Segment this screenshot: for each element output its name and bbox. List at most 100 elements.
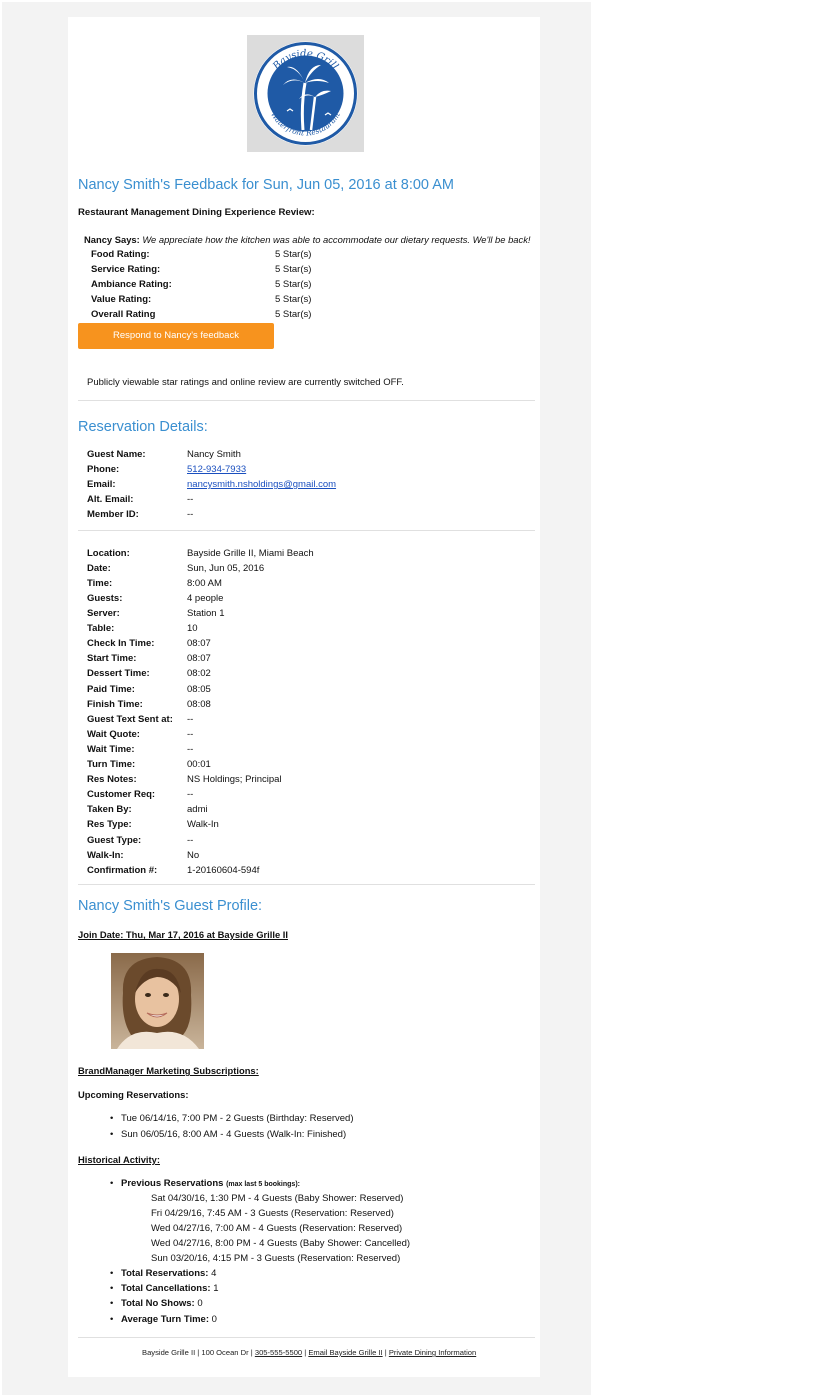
guest-portrait-icon — [111, 953, 204, 1049]
restaurant-logo: Bayside Grill Waterfront Restaurant — [247, 35, 364, 152]
footer: Bayside Grille II | 100 Ocean Dr | 305-5… — [142, 1348, 476, 1357]
detail-value: 1-20160604-594f — [187, 865, 260, 876]
member-id-label: Member ID: — [87, 509, 139, 520]
footer-email-link[interactable]: Email Bayside Grille II — [308, 1348, 382, 1357]
guest-name-label: Guest Name: — [87, 449, 146, 460]
member-id-value: -- — [187, 509, 194, 520]
rating-value: 5 Star(s) — [275, 294, 312, 305]
footer-address: Bayside Grille II | 100 Ocean Dr | — [142, 1348, 255, 1357]
detail-label: Walk-In: — [87, 850, 124, 861]
previous-note: (max last 5 bookings): — [226, 1181, 300, 1188]
detail-value: 08:07 — [187, 638, 211, 649]
guest-photo — [111, 953, 204, 1049]
rating-label: Value Rating: — [91, 294, 152, 305]
footer-private-dining-link[interactable]: Private Dining Information — [389, 1348, 476, 1357]
detail-value: Station 1 — [187, 608, 225, 619]
guest-name-value: Nancy Smith — [187, 449, 241, 460]
detail-label: Guest Type: — [87, 835, 142, 846]
detail-label: Date: — [87, 563, 111, 574]
detail-label: Table: — [87, 623, 115, 634]
detail-value: -- — [187, 789, 194, 800]
total-value: 1 — [213, 1283, 219, 1294]
list-item: Fri 04/29/16, 7:45 AM - 3 Guests (Reserv… — [151, 1208, 394, 1219]
rating-value: 5 Star(s) — [275, 264, 312, 275]
rating-label: Service Rating: — [91, 264, 161, 275]
rating-label: Ambiance Rating: — [91, 279, 172, 290]
footer-phone-link[interactable]: 305-555-5500 — [255, 1348, 302, 1357]
detail-label: Start Time: — [87, 653, 137, 664]
feedback-subtitle: Restaurant Management Dining Experience … — [78, 207, 315, 218]
feedback-title: Nancy Smith's Feedback for Sun, Jun 05, … — [78, 177, 454, 193]
total-item: Total Reservations: 4 — [110, 1268, 217, 1279]
detail-label: Finish Time: — [87, 699, 143, 710]
rating-value: 5 Star(s) — [275, 309, 312, 320]
email-label: Email: — [87, 479, 116, 490]
detail-label: Guests: — [87, 593, 123, 604]
email-link[interactable]: nancysmith.nsholdings@gmail.com — [187, 479, 336, 490]
rating-label: Overall Rating — [91, 309, 156, 320]
upcoming-heading: Upcoming Reservations: — [78, 1089, 189, 1100]
detail-value: Sun, Jun 05, 2016 — [187, 563, 265, 574]
list-item: Wed 04/27/16, 7:00 AM - 4 Guests (Reserv… — [151, 1223, 403, 1234]
detail-label: Paid Time: — [87, 684, 135, 695]
divider — [78, 884, 535, 885]
rating-value: 5 Star(s) — [275, 279, 312, 290]
detail-value: 00:01 — [187, 759, 211, 770]
detail-label: Res Notes: — [87, 774, 137, 785]
total-label: Total No Shows: — [121, 1298, 195, 1309]
detail-label: Confirmation #: — [87, 865, 158, 876]
total-item: Average Turn Time: 0 — [110, 1314, 217, 1325]
detail-label: Turn Time: — [87, 759, 136, 770]
detail-value: NS Holdings; Principal — [187, 774, 282, 785]
detail-label: Dessert Time: — [87, 668, 150, 679]
respond-feedback-button[interactable]: Respond to Nancy's feedback — [78, 323, 274, 349]
total-value: 4 — [211, 1268, 217, 1279]
detail-value: 4 people — [187, 593, 224, 604]
detail-value: admi — [187, 804, 208, 815]
list-item: Sun 03/20/16, 4:15 PM - 3 Guests (Reserv… — [151, 1253, 401, 1264]
detail-value: -- — [187, 714, 194, 725]
total-value: 0 — [197, 1298, 203, 1309]
comment-label: Nancy Says: — [84, 234, 140, 245]
detail-label: Taken By: — [87, 804, 132, 815]
phone-link[interactable]: 512-934-7933 — [187, 464, 246, 475]
profile-title: Nancy Smith's Guest Profile: — [78, 898, 263, 914]
detail-value: Walk-In — [187, 819, 219, 830]
detail-label: Wait Quote: — [87, 729, 140, 740]
historical-heading: Historical Activity: — [78, 1154, 160, 1165]
public-review-note: Publicly viewable star ratings and onlin… — [87, 377, 404, 388]
email-card — [68, 17, 540, 1377]
total-item: Total Cancellations: 1 — [110, 1283, 219, 1294]
alt-email-label: Alt. Email: — [87, 494, 134, 505]
detail-label: Location: — [87, 548, 130, 559]
reservation-title: Reservation Details: — [78, 419, 208, 435]
list-item: Wed 04/27/16, 8:00 PM - 4 Guests (Baby S… — [151, 1238, 411, 1249]
detail-value: No — [187, 850, 200, 861]
detail-value: 08:08 — [187, 699, 211, 710]
detail-value: 08:02 — [187, 668, 211, 679]
detail-label: Customer Req: — [87, 789, 156, 800]
comment-text: We appreciate how the kitchen was able t… — [142, 234, 531, 245]
total-label: Total Reservations: — [121, 1268, 209, 1279]
subscriptions-heading: BrandManager Marketing Subscriptions: — [78, 1065, 259, 1076]
divider — [78, 530, 535, 531]
palm-tree-logo-icon: Bayside Grill Waterfront Restaurant — [253, 41, 358, 146]
list-item: Tue 06/14/16, 7:00 PM - 2 Guests (Birthd… — [110, 1113, 353, 1124]
detail-label: Wait Time: — [87, 744, 135, 755]
detail-value: 10 — [187, 623, 198, 634]
divider — [78, 400, 535, 401]
previous-label: Previous Reservations — [121, 1178, 224, 1189]
detail-label: Res Type: — [87, 819, 132, 830]
rating-label: Food Rating: — [91, 249, 150, 260]
total-label: Total Cancellations: — [121, 1283, 211, 1294]
list-item: Sat 04/30/16, 1:30 PM - 4 Guests (Baby S… — [151, 1193, 404, 1204]
join-date: Join Date: Thu, Mar 17, 2016 at Bayside … — [78, 929, 288, 940]
detail-label: Server: — [87, 608, 120, 619]
total-item: Total No Shows: 0 — [110, 1298, 203, 1309]
detail-label: Guest Text Sent at: — [87, 714, 173, 725]
total-value: 0 — [211, 1314, 217, 1325]
detail-value: -- — [187, 835, 194, 846]
phone-label: Phone: — [87, 464, 120, 475]
detail-label: Time: — [87, 578, 113, 589]
detail-label: Check In Time: — [87, 638, 155, 649]
